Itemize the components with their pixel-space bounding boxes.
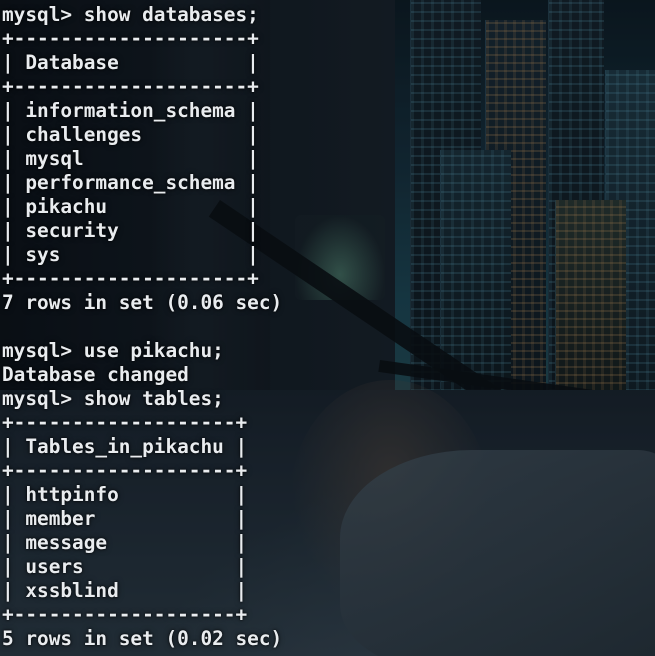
table-header: | Tables_in_pikachu | (2, 435, 248, 458)
table-row: | xssblind | (2, 579, 248, 602)
table-row: | message | (2, 531, 248, 554)
table-row: | member | (2, 507, 248, 530)
table-row: | sys | (2, 243, 259, 266)
table-row: | security | (2, 219, 259, 242)
table-border: +--------------------+ (2, 267, 259, 290)
table-border: +-------------------+ (2, 459, 248, 482)
table-border: +-------------------+ (2, 603, 248, 626)
table-row: | challenges | (2, 123, 259, 146)
command-line: mysql> show databases; (2, 3, 259, 26)
result-summary: 7 rows in set (0.06 sec) (2, 291, 283, 314)
table-border: +--------------------+ (2, 75, 259, 98)
table-row: | information_schema | (2, 99, 259, 122)
table-row: | performance_schema | (2, 171, 259, 194)
table-row: | pikachu | (2, 195, 259, 218)
table-row: | users | (2, 555, 248, 578)
command-line: mysql> use pikachu; (2, 339, 224, 362)
terminal-window[interactable]: mysql> show databases; +----------------… (0, 0, 655, 656)
table-border: +--------------------+ (2, 27, 259, 50)
table-row: | mysql | (2, 147, 259, 170)
table-border: +-------------------+ (2, 411, 248, 434)
table-header: | Database | (2, 51, 259, 74)
status-message: Database changed (2, 363, 189, 386)
terminal-output[interactable]: mysql> show databases; +----------------… (2, 3, 282, 651)
command-line: mysql> show tables; (2, 387, 224, 410)
table-row: | httpinfo | (2, 483, 248, 506)
result-summary: 5 rows in set (0.02 sec) (2, 627, 283, 650)
